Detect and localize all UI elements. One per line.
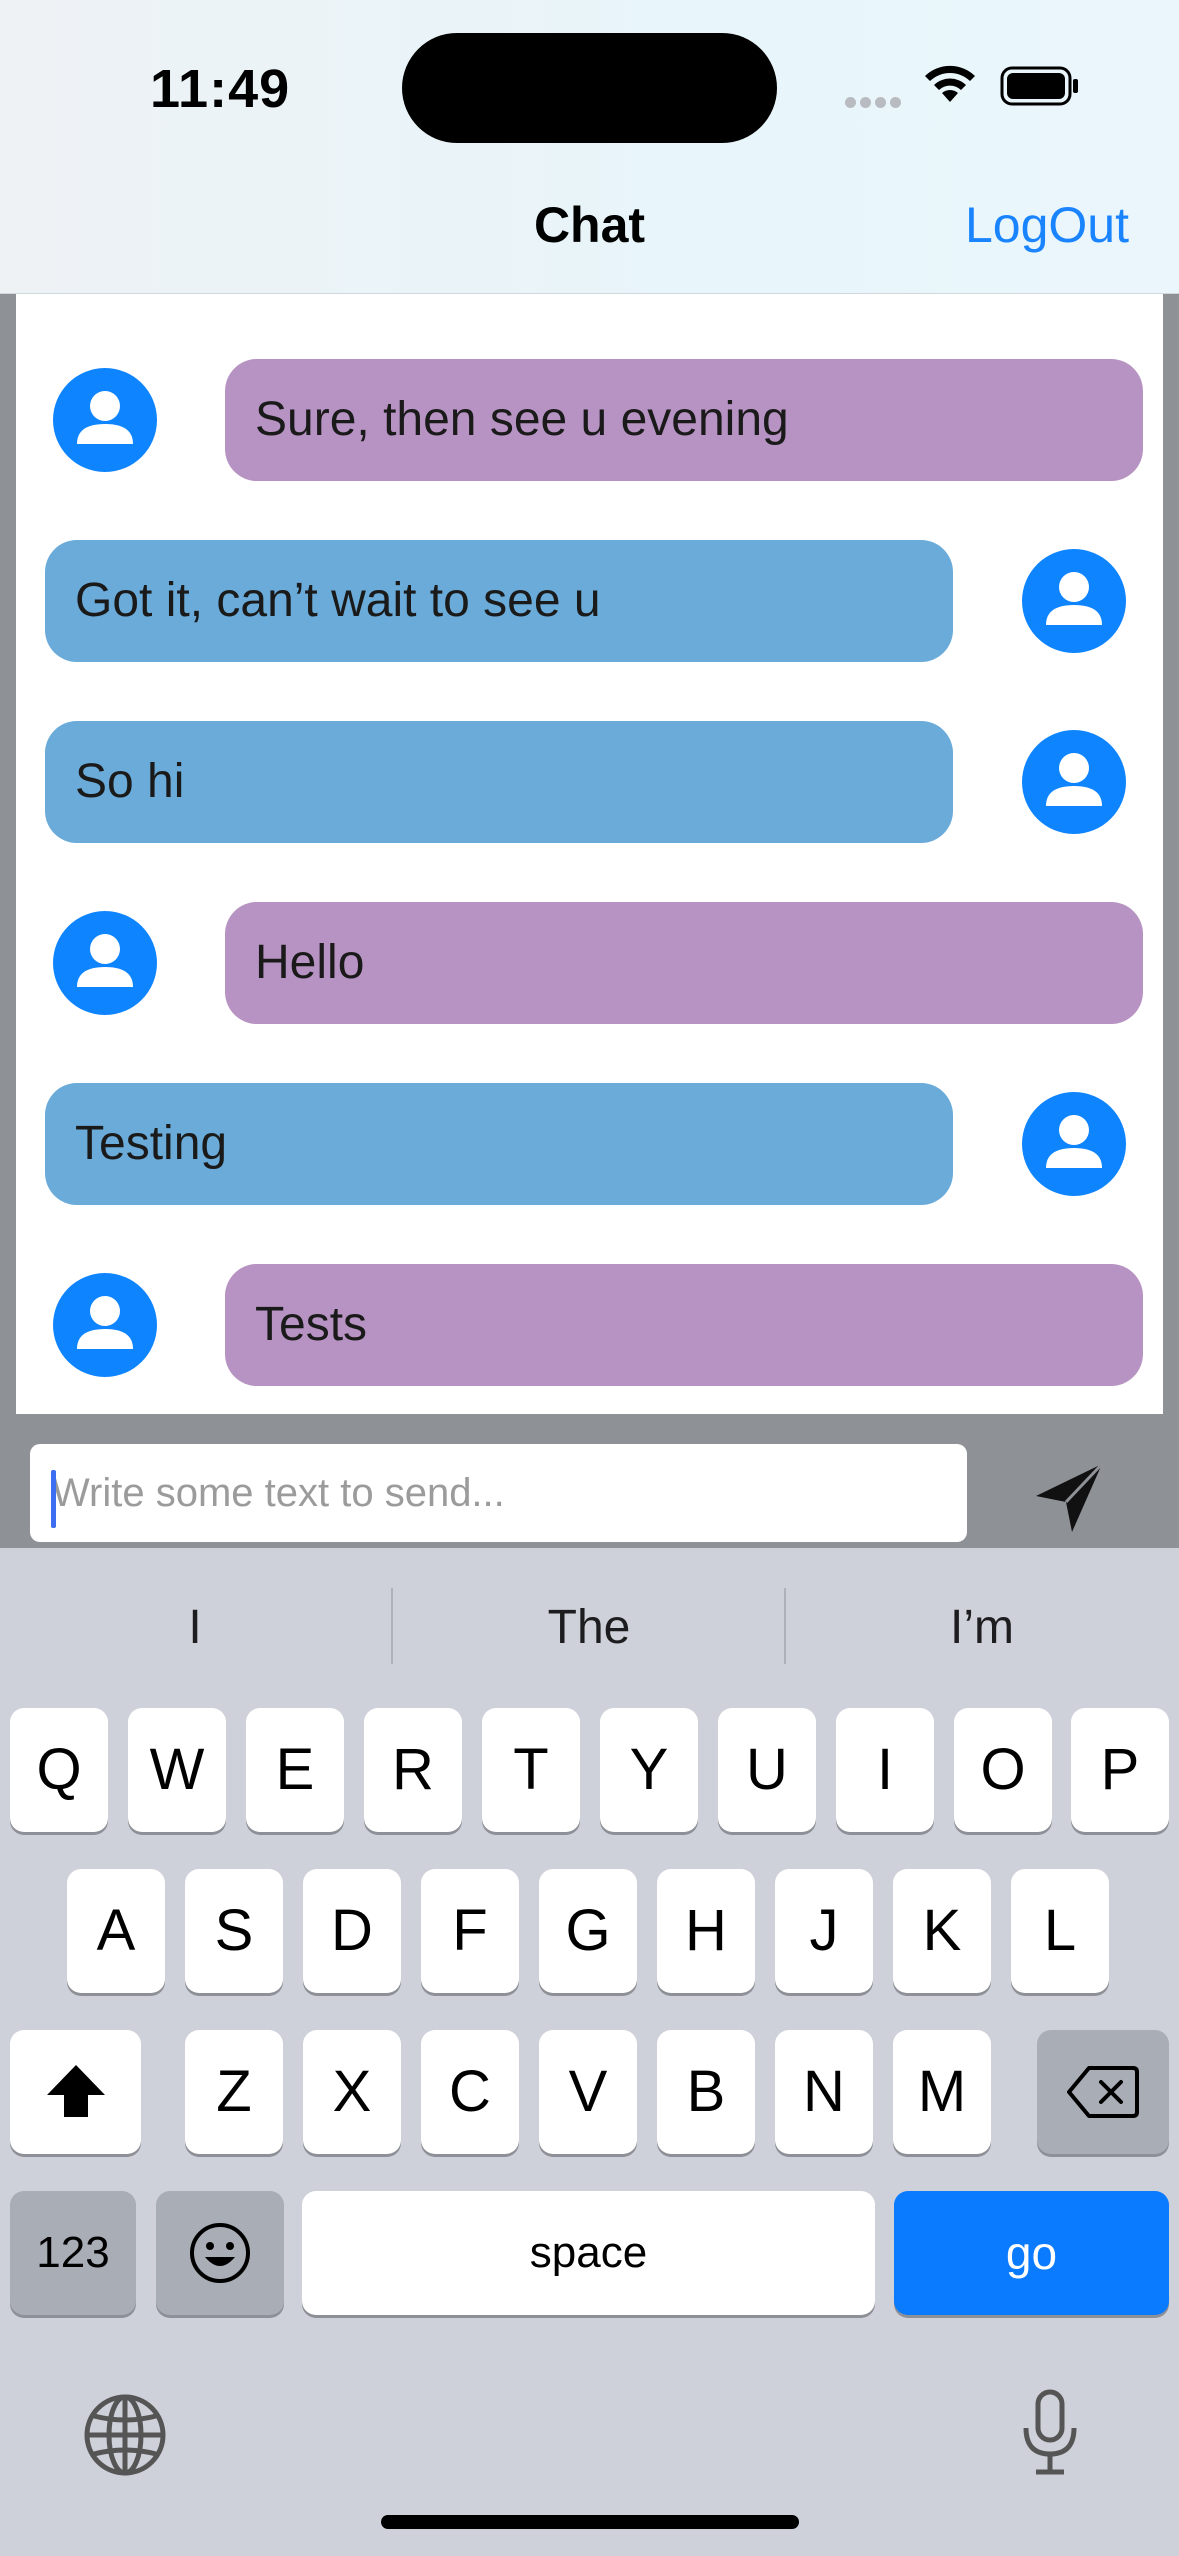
message-bubble: Testing	[45, 1083, 953, 1205]
status-time: 11:49	[150, 59, 291, 119]
message-bubble: Sure, then see u evening	[225, 359, 1143, 481]
key-i[interactable]: I	[836, 1708, 934, 1832]
dynamic-island	[402, 33, 777, 143]
key-f[interactable]: F	[421, 1869, 519, 1993]
key-u[interactable]: U	[718, 1708, 816, 1832]
message-row: Tests	[16, 1264, 1163, 1388]
key-t[interactable]: T	[482, 1708, 580, 1832]
globe-icon[interactable]	[82, 2392, 168, 2483]
key-s[interactable]: S	[185, 1869, 283, 1993]
navigation-bar: 11:49 Chat LogOut	[0, 0, 1179, 294]
shift-key[interactable]	[10, 2030, 141, 2154]
key-c[interactable]: C	[421, 2030, 519, 2154]
message-composer: Write some text to send...	[0, 1414, 1179, 1548]
key-b[interactable]: B	[657, 2030, 755, 2154]
text-cursor	[51, 1470, 56, 1528]
message-row: Sure, then see u evening	[16, 359, 1163, 483]
suggestion-bar: I The I’m	[0, 1548, 1179, 1708]
message-input[interactable]: Write some text to send...	[30, 1444, 967, 1542]
numbers-key[interactable]: 123	[10, 2191, 136, 2315]
key-n[interactable]: N	[775, 2030, 873, 2154]
avatar-icon	[1022, 1092, 1126, 1196]
suggestion-3[interactable]: I’m	[787, 1548, 1177, 1708]
key-y[interactable]: Y	[600, 1708, 698, 1832]
message-row: Got it, can’t wait to see u	[16, 540, 1163, 664]
key-g[interactable]: G	[539, 1869, 637, 1993]
key-d[interactable]: D	[303, 1869, 401, 1993]
key-q[interactable]: Q	[10, 1708, 108, 1832]
avatar-icon	[53, 368, 157, 472]
suggestion-2[interactable]: The	[394, 1548, 784, 1708]
key-j[interactable]: J	[775, 1869, 873, 1993]
delete-key[interactable]	[1037, 2030, 1169, 2154]
cellular-signal-icon	[845, 95, 905, 113]
key-v[interactable]: V	[539, 2030, 637, 2154]
key-e[interactable]: E	[246, 1708, 344, 1832]
backspace-icon	[1067, 2066, 1139, 2118]
key-x[interactable]: X	[303, 2030, 401, 2154]
message-bubble: Got it, can’t wait to see u	[45, 540, 953, 662]
wifi-icon	[922, 62, 978, 111]
emoji-key[interactable]	[156, 2191, 284, 2315]
keyboard: I The I’m Q W E R T Y U I O P A S D F G …	[0, 1548, 1179, 2556]
key-p[interactable]: P	[1071, 1708, 1169, 1832]
send-button[interactable]	[1030, 1458, 1110, 1543]
key-r[interactable]: R	[364, 1708, 462, 1832]
key-a[interactable]: A	[67, 1869, 165, 1993]
paper-plane-icon	[1036, 1462, 1104, 1532]
message-row: Hello	[16, 902, 1163, 1026]
key-k[interactable]: K	[893, 1869, 991, 1993]
avatar-icon	[53, 1273, 157, 1377]
suggestion-divider	[784, 1588, 786, 1664]
home-indicator	[381, 2515, 799, 2529]
shift-arrow-icon	[46, 2065, 105, 2117]
message-bubble: So hi	[45, 721, 953, 843]
suggestion-1[interactable]: I	[0, 1548, 390, 1708]
emoji-icon	[190, 2223, 250, 2283]
message-row: So hi	[16, 721, 1163, 845]
go-key[interactable]: go	[894, 2191, 1169, 2315]
space-key[interactable]: space	[302, 2191, 875, 2315]
battery-icon	[1000, 66, 1080, 111]
message-bubble: Hello	[225, 902, 1143, 1024]
logout-button[interactable]: LogOut	[965, 196, 1129, 254]
avatar-icon	[53, 911, 157, 1015]
key-z[interactable]: Z	[185, 2030, 283, 2154]
microphone-icon[interactable]	[1020, 2388, 1080, 2483]
message-list[interactable]: Sure, then see u evening Got it, can’t w…	[16, 294, 1163, 1414]
message-row: Testing	[16, 1083, 1163, 1207]
key-o[interactable]: O	[954, 1708, 1052, 1832]
suggestion-divider	[391, 1588, 393, 1664]
message-bubble: Tests	[225, 1264, 1143, 1386]
key-w[interactable]: W	[128, 1708, 226, 1832]
avatar-icon	[1022, 549, 1126, 653]
key-h[interactable]: H	[657, 1869, 755, 1993]
key-l[interactable]: L	[1011, 1869, 1109, 1993]
key-m[interactable]: M	[893, 2030, 991, 2154]
avatar-icon	[1022, 730, 1126, 834]
